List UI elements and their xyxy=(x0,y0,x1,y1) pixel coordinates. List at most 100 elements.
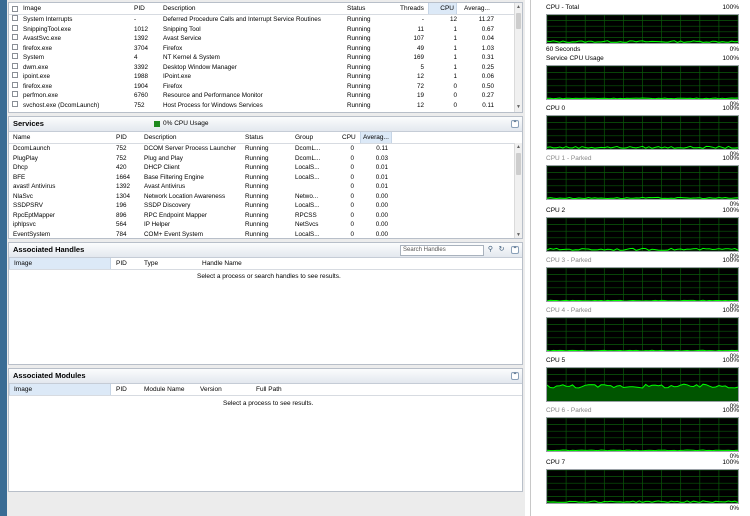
service-row[interactable]: EventSystem 784 COM+ Event System Running Lo… xyxy=(9,230,522,239)
service-row[interactable]: DcomLaunch 752 DCOM Server Process Launche… xyxy=(9,144,522,154)
handles-header[interactable]: Associated Handles Search Handles ⚲ ↻ ⌃ xyxy=(9,243,522,258)
service-row[interactable]: RpcEptMapper 896 RPC Endpoint Mapper Runnin… xyxy=(9,211,522,221)
col-threads[interactable]: Threads xyxy=(400,3,424,14)
service-row[interactable]: avast! Antivirus 1392 Avast Antivirus Runni… xyxy=(9,182,522,192)
collapse-icon[interactable]: ⌃ xyxy=(511,372,519,380)
process-checkbox[interactable] xyxy=(12,100,18,107)
process-row[interactable]: SnippingTool.exe 1012 Snipping Tool Running… xyxy=(9,24,522,35)
col-image[interactable]: Image xyxy=(9,384,111,395)
process-row[interactable]: ipoint.exe 1988 IPoint.exe Running 12 1 0.06 xyxy=(9,72,522,82)
process-cell-description: NT Kernel & System xyxy=(163,54,220,61)
col-pid[interactable]: PID xyxy=(116,132,127,143)
scroll-up-arrow-icon[interactable]: ▲ xyxy=(515,4,522,11)
process-row[interactable]: AvastSvc.exe 1392 Avast Service Running 107 1… xyxy=(9,34,522,44)
process-checkbox[interactable] xyxy=(12,72,18,78)
col-image[interactable]: Image xyxy=(9,258,111,269)
process-checkbox[interactable] xyxy=(12,43,18,50)
col-description[interactable]: Description xyxy=(163,3,196,14)
service-row[interactable]: iphlpsvc 564 IP Helper Running NetSvcs 0 0.00 xyxy=(9,220,522,230)
service-row[interactable]: Dhcp 420 DHCP Client Running LocalS... 0 0.01 xyxy=(9,163,522,173)
col-status[interactable]: Status xyxy=(347,3,365,14)
service-cell-average: 0.00 xyxy=(375,230,388,238)
service-cell-average: 0.00 xyxy=(375,202,388,209)
refresh-icon[interactable]: ↻ xyxy=(497,245,506,254)
process-row[interactable]: perfmon.exe 6760 Resource and Performance … xyxy=(9,91,522,101)
process-cell-threads: 49 xyxy=(416,44,424,52)
process-cell-status: Running xyxy=(347,73,371,80)
col-group[interactable]: Group xyxy=(295,132,313,143)
collapse-icon[interactable]: ⌃ xyxy=(511,120,519,128)
service-row[interactable]: NlaSvc 1304 Network Location Awareness Runn… xyxy=(9,192,522,202)
process-row[interactable]: firefox.exe 1904 Firefox Running 72 0 0.50 xyxy=(9,81,522,92)
services-column-header: Name PID Description Status Group CPU Av… xyxy=(9,132,522,144)
process-row[interactable]: System 4 NT Kernel & System Running 169 1 0.31 xyxy=(9,53,522,63)
collapse-icon[interactable]: ⌃ xyxy=(511,246,519,254)
graph-title: CPU 6 - Parked xyxy=(546,407,592,414)
col-module-name[interactable]: Module Name xyxy=(144,384,184,395)
service-row[interactable]: SSDPSRV 196 SSDP Discovery Running LocalS...… xyxy=(9,201,522,211)
service-cell-description: COM+ Event System xyxy=(144,230,203,238)
cpu-usage-swatch-icon xyxy=(154,121,160,127)
processes-scrollbar[interactable]: ▲ ▼ xyxy=(514,3,522,112)
service-cell-description: Plug and Play xyxy=(144,154,183,162)
process-checkbox[interactable] xyxy=(12,53,18,59)
process-checkbox[interactable] xyxy=(12,81,18,88)
process-cell-average: 1.03 xyxy=(481,44,494,52)
scroll-down-arrow-icon[interactable]: ▼ xyxy=(515,232,522,238)
services-scrollbar[interactable]: ▲ ▼ xyxy=(514,143,522,238)
service-cell-name: iphlpsvc xyxy=(13,221,36,228)
col-image[interactable]: Image xyxy=(23,3,41,14)
service-cell-cpu: 0 xyxy=(350,164,354,171)
process-checkbox[interactable] xyxy=(12,62,18,69)
modules-header[interactable]: Associated Modules ⌃ xyxy=(9,369,522,384)
process-checkbox[interactable] xyxy=(12,34,18,40)
process-checkbox[interactable] xyxy=(12,24,18,31)
service-cell-cpu: 0 xyxy=(350,221,354,228)
left-pane: Image PID Description Status Threads CPU… xyxy=(7,0,525,516)
services-header[interactable]: Services 0% CPU Usage ⌃ xyxy=(9,117,522,132)
process-row[interactable]: svchost.exe (DcomLaunch) 752 Host Process … xyxy=(9,100,522,111)
process-cell-pid: 1988 xyxy=(134,73,149,80)
col-type[interactable]: Type xyxy=(144,258,158,269)
service-cell-average: 0.01 xyxy=(375,183,388,190)
col-pid[interactable]: PID xyxy=(116,384,127,395)
process-checkbox[interactable] xyxy=(12,15,18,21)
service-row[interactable]: PlugPlay 752 Plug and Play Running DcomL... 0… xyxy=(9,154,522,164)
process-row[interactable]: dwm.exe 3392 Desktop Window Manager Running… xyxy=(9,62,522,73)
col-cpu[interactable]: CPU xyxy=(428,3,457,14)
scroll-thumb[interactable] xyxy=(516,153,521,175)
search-handles-input[interactable]: Search Handles xyxy=(400,245,484,256)
process-cell-image: firefox.exe xyxy=(23,82,53,90)
service-cell-name: Dhcp xyxy=(13,164,28,171)
col-handle-name[interactable]: Handle Name xyxy=(202,258,242,269)
process-cell-cpu: 0 xyxy=(453,101,457,109)
service-cell-description: IP Helper xyxy=(144,221,171,228)
service-cell-group: RPCSS xyxy=(295,211,317,219)
scroll-thumb[interactable] xyxy=(516,13,521,29)
select-all-checkbox[interactable] xyxy=(12,5,18,12)
col-version[interactable]: Version xyxy=(200,384,222,395)
process-row[interactable]: System Interrupts - Deferred Procedure Cal… xyxy=(9,15,522,25)
col-description[interactable]: Description xyxy=(144,132,177,143)
service-cell-description: SSDP Discovery xyxy=(144,202,191,209)
search-icon[interactable]: ⚲ xyxy=(486,245,495,254)
scroll-up-arrow-icon[interactable]: ▲ xyxy=(515,144,522,151)
col-full-path[interactable]: Full Path xyxy=(256,384,282,395)
process-cell-image: System xyxy=(23,54,44,61)
process-cell-average: 0.25 xyxy=(481,63,494,71)
service-row[interactable]: BFE 1664 Base Filtering Engine Running Local… xyxy=(9,173,522,183)
process-row[interactable]: firefox.exe 3704 Firefox Running 49 1 1.03 xyxy=(9,43,522,54)
col-status[interactable]: Status xyxy=(245,132,263,143)
col-pid[interactable]: PID xyxy=(116,258,127,269)
process-checkbox[interactable] xyxy=(12,91,18,97)
process-cell-pid: - xyxy=(134,16,137,23)
col-average[interactable]: Averag... xyxy=(464,3,490,14)
col-cpu[interactable]: CPU xyxy=(342,132,356,143)
graph-title: CPU 5 xyxy=(546,357,566,364)
col-average[interactable]: Averag... xyxy=(360,132,392,143)
col-name[interactable]: Name xyxy=(13,132,30,143)
handles-panel: Associated Handles Search Handles ⚲ ↻ ⌃ … xyxy=(8,242,523,365)
scroll-down-arrow-icon[interactable]: ▼ xyxy=(515,104,522,111)
col-pid[interactable]: PID xyxy=(134,3,145,14)
process-cell-cpu: 0 xyxy=(453,82,457,90)
